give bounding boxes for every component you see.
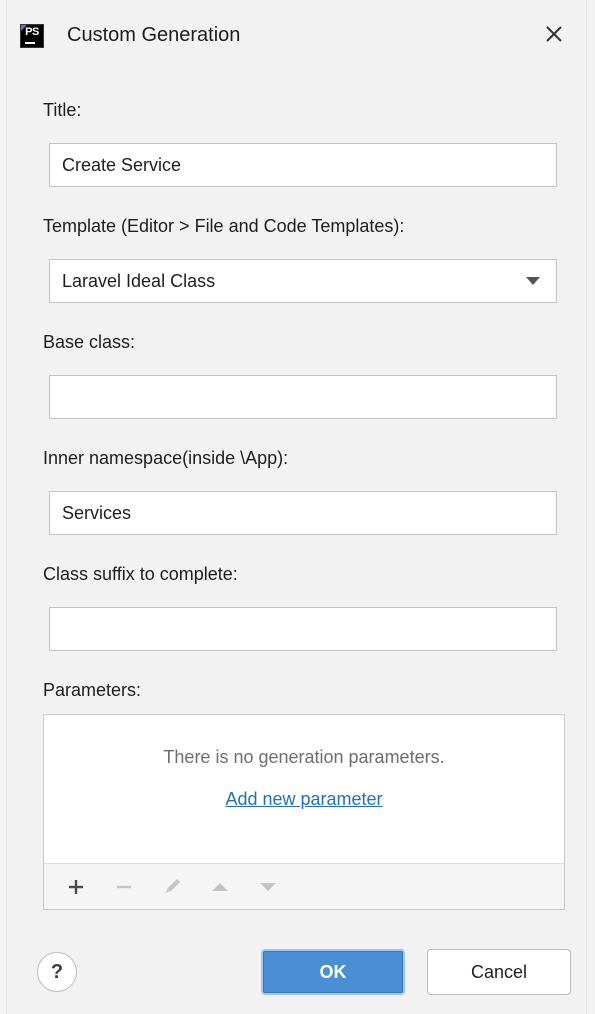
plus-icon <box>69 879 83 894</box>
move-down-button[interactable] <box>250 869 286 905</box>
suffix-input[interactable] <box>49 607 557 651</box>
close-icon <box>546 26 562 42</box>
base-class-label: Base class: <box>43 332 136 352</box>
help-button[interactable]: ? <box>37 952 77 992</box>
phpstorm-logo-icon: PS <box>20 24 44 48</box>
custom-generation-dialog: PS Custom Generation Title: Template (Ed… <box>6 0 587 1014</box>
cancel-button[interactable]: Cancel <box>427 949 571 995</box>
remove-parameter-button[interactable] <box>106 869 142 905</box>
arrow-down-icon <box>260 882 276 891</box>
template-label: Template (Editor > File and Code Templat… <box>43 216 405 236</box>
minus-icon <box>117 885 131 888</box>
app-icon-text: PS <box>25 26 39 38</box>
suffix-label: Class suffix to complete: <box>43 564 238 584</box>
arrow-up-icon <box>212 882 228 891</box>
parameters-toolbar <box>44 863 564 909</box>
parameters-empty-text: There is no generation parameters. <box>163 747 445 767</box>
base-class-input[interactable] <box>49 375 557 419</box>
move-up-button[interactable] <box>202 869 238 905</box>
close-button[interactable] <box>540 20 568 48</box>
pencil-icon <box>165 878 180 894</box>
title-input[interactable] <box>49 143 557 187</box>
template-dropdown[interactable]: Laravel Ideal Class <box>49 259 557 303</box>
add-parameter-button[interactable] <box>58 869 94 905</box>
add-new-parameter-link[interactable]: Add new parameter <box>225 789 382 809</box>
title-label: Title: <box>43 100 82 120</box>
help-icon: ? <box>50 960 64 983</box>
parameters-panel: There is no generation parameters. Add n… <box>43 714 565 910</box>
template-selected-value: Laravel Ideal Class <box>62 270 216 291</box>
title-bar: PS Custom Generation <box>7 0 586 72</box>
chevron-down-icon <box>526 277 540 285</box>
namespace-label: Inner namespace(inside \App): <box>43 448 289 468</box>
parameters-label: Parameters: <box>43 680 142 700</box>
window-title: Custom Generation <box>67 24 241 46</box>
ok-button[interactable]: OK <box>261 949 405 995</box>
namespace-input[interactable] <box>49 491 557 535</box>
edit-parameter-button[interactable] <box>154 869 190 905</box>
